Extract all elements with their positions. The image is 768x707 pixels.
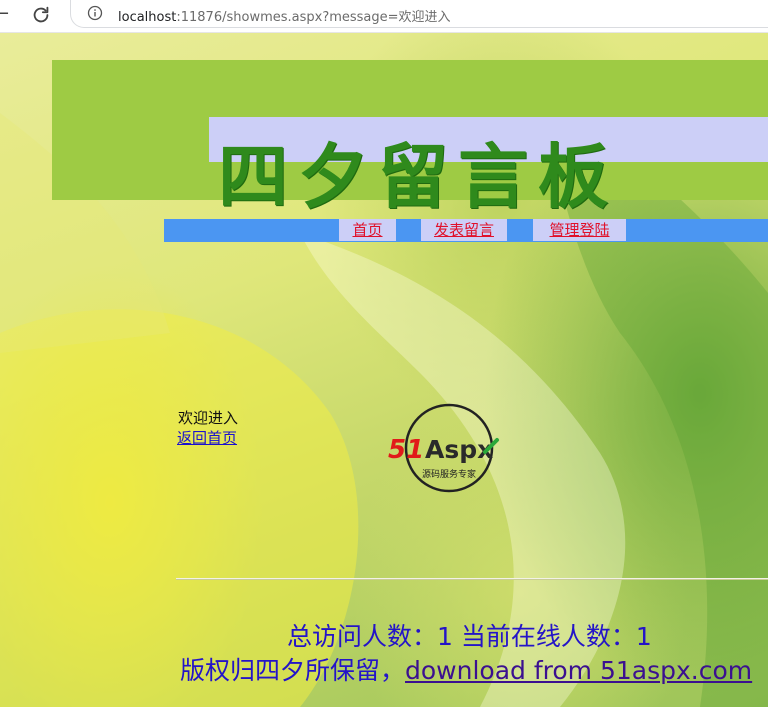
- logo-brand-dark: Aspx: [425, 435, 493, 464]
- visit-stats: 总访问人数：1 当前在线人数：1: [287, 622, 652, 651]
- 51aspx-logo: 51 Aspx 源码服务专家: [388, 403, 499, 493]
- download-link[interactable]: download from 51aspx.com: [405, 656, 752, 685]
- info-icon[interactable]: [87, 5, 103, 21]
- url-host: localhost: [118, 10, 177, 25]
- url-path: :11876/showmes.aspx?message=欢迎进入: [176, 10, 451, 25]
- site-title: 四夕留言板: [218, 135, 618, 218]
- page-body: 四夕留言板 首页 发表留言 管理登陆 欢迎进入 返回首页 51 Aspx 源码服…: [0, 33, 768, 707]
- footer-divider: [176, 578, 768, 580]
- copyright-text: 版权归四夕所保留，: [180, 656, 406, 685]
- message-text: 欢迎进入: [178, 409, 239, 427]
- nav-post-message-link[interactable]: 发表留言: [421, 219, 507, 241]
- address-bar[interactable]: localhost:11876/showmes.aspx?message=欢迎进…: [70, 0, 768, 28]
- copyright-line: 版权归四夕所保留，download from 51aspx.com: [180, 651, 752, 687]
- logo-brand-red: 51: [388, 435, 424, 465]
- reload-icon[interactable]: [30, 4, 52, 26]
- url-text[interactable]: localhost:11876/showmes.aspx?message=欢迎进…: [118, 6, 451, 25]
- browser-toolbar: ← localhost:11876/showmes.aspx?message=欢…: [0, 0, 768, 33]
- logo-tagline: 源码服务专家: [422, 468, 476, 480]
- nav-home-link[interactable]: 首页: [339, 219, 396, 241]
- return-home-link[interactable]: 返回首页: [177, 427, 237, 448]
- back-arrow-icon[interactable]: ←: [0, 3, 9, 24]
- nav-admin-login-link[interactable]: 管理登陆: [533, 219, 626, 241]
